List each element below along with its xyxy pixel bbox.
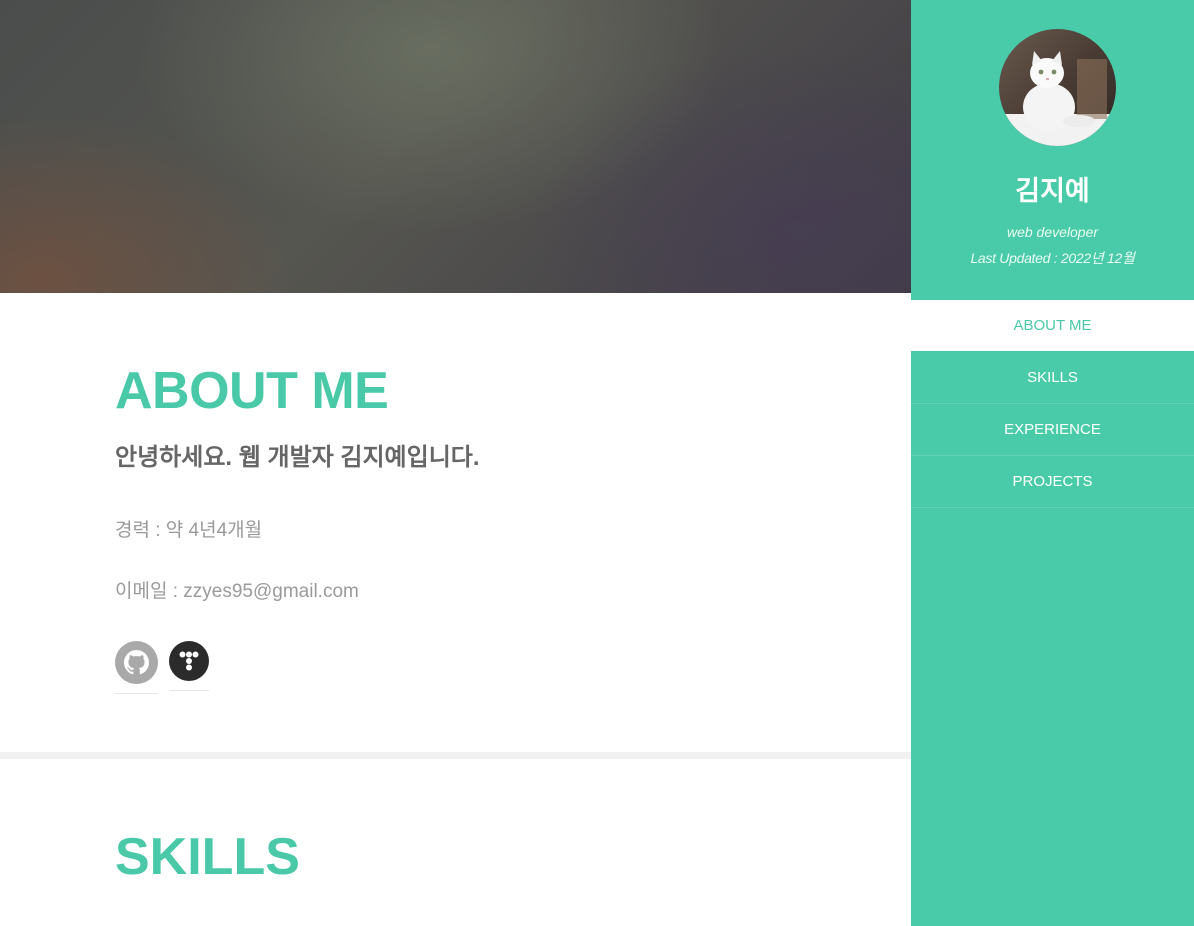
cat-avatar-image bbox=[999, 29, 1116, 146]
skills-title: SKILLS bbox=[115, 828, 300, 886]
tistory-link[interactable] bbox=[169, 641, 209, 691]
github-link[interactable] bbox=[115, 641, 158, 694]
nav-item-experience[interactable]: EXPERIENCE bbox=[911, 404, 1194, 456]
tistory-icon bbox=[169, 641, 209, 681]
sidebar: 김지예 web developer Last Updated : 2022년 1… bbox=[911, 0, 1194, 926]
last-updated: Last Updated : 2022년 12월 bbox=[970, 250, 1135, 266]
nav-item-projects[interactable]: PROJECTS bbox=[911, 456, 1194, 508]
hero-banner-image bbox=[0, 0, 911, 293]
section-divider bbox=[0, 752, 911, 759]
profile-role: web developer bbox=[1006, 224, 1099, 240]
about-title: ABOUT ME bbox=[115, 362, 389, 420]
email-text: 이메일 : zzyes95@gmail.com bbox=[115, 581, 359, 602]
nav-item-about-me[interactable]: ABOUT ME bbox=[911, 300, 1194, 352]
sidebar-nav: ABOUT ME SKILLS EXPERIENCE PROJECTS bbox=[911, 300, 1194, 508]
about-intro: 안녕하세요. 웹 개발자 김지예입니다. bbox=[115, 444, 480, 471]
social-links bbox=[115, 641, 315, 694]
career-text: 경력 : 약 4년4개월 bbox=[115, 520, 263, 541]
main-content: ABOUT ME 안녕하세요. 웹 개발자 김지예입니다. 경력 : 약 4년4… bbox=[0, 0, 911, 926]
avatar bbox=[999, 29, 1116, 146]
nav-item-skills[interactable]: SKILLS bbox=[911, 352, 1194, 404]
profile-name: 김지예 bbox=[1015, 176, 1090, 206]
github-icon bbox=[115, 641, 158, 684]
